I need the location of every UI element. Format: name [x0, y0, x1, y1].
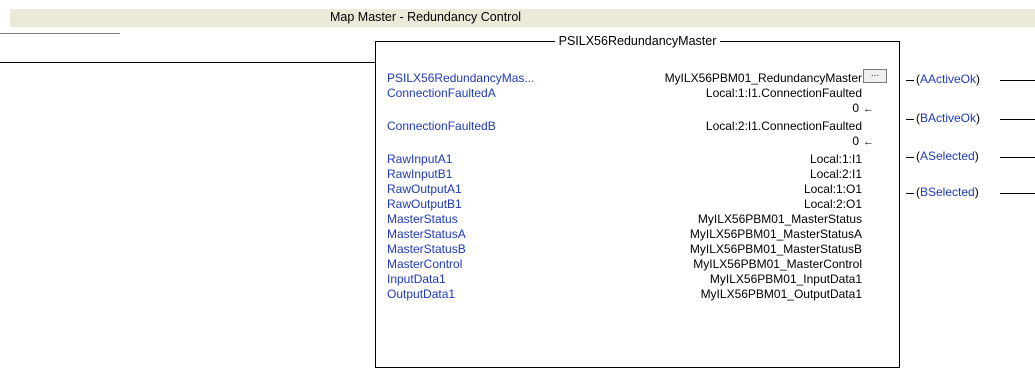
- coil-label[interactable]: BSelected: [914, 185, 981, 200]
- coil-wire-left: [906, 157, 914, 158]
- param-row-connectionfaultedb[interactable]: ConnectionFaultedB Local:2:I1.Connection…: [387, 119, 862, 134]
- param-row-masterstatusa[interactable]: MasterStatusA MyILX56PBM01_MasterStatusA: [387, 227, 862, 242]
- param-value[interactable]: Local:1:I1: [810, 152, 862, 167]
- coil-wire-right: [1000, 80, 1035, 81]
- param-name: RawInputB1: [387, 167, 453, 181]
- param-row-masterstatus[interactable]: MasterStatus MyILX56PBM01_MasterStatus: [387, 212, 862, 227]
- param-row-inputdata1[interactable]: InputData1 MyILX56PBM01_InputData1: [387, 272, 862, 287]
- coil-label[interactable]: AActiveOk: [914, 72, 982, 87]
- param-name: InputData1: [387, 272, 446, 286]
- coil-label[interactable]: ASelected: [914, 149, 981, 164]
- param-value[interactable]: MyILX56PBM01_MasterStatusA: [690, 227, 862, 242]
- live-value-text: 0 ←: [852, 101, 874, 117]
- param-value[interactable]: MyILX56PBM01_MasterStatusB: [690, 242, 862, 257]
- live-value: 0: [852, 101, 859, 115]
- param-row-rawinputa1[interactable]: RawInputA1 Local:1:I1: [387, 152, 862, 167]
- param-name: MasterStatusA: [387, 227, 466, 241]
- param-name: MasterControl: [387, 257, 463, 271]
- aoi-title: PSILX56RedundancyMaster: [376, 34, 899, 48]
- param-name: RawOutputA1: [387, 182, 462, 196]
- param-row-mastercontrol[interactable]: MasterControl MyILX56PBM01_MasterControl: [387, 257, 862, 272]
- left-rail-stub-top: [0, 33, 120, 34]
- param-name: ConnectionFaultedB: [387, 119, 496, 133]
- param-value[interactable]: Local:2:O1: [804, 197, 862, 212]
- coil-label[interactable]: BActiveOk: [914, 111, 982, 126]
- param-value[interactable]: MyILX56PBM01_OutputData1: [701, 287, 862, 302]
- param-row-rawoutputa1[interactable]: RawOutputA1 Local:1:O1: [387, 182, 862, 197]
- param-value[interactable]: Local:2:I1.ConnectionFaulted: [706, 119, 862, 134]
- rung-comment-text: Map Master - Redundancy Control: [330, 10, 522, 24]
- param-name: MasterStatus: [387, 212, 458, 226]
- coil-wire-left: [906, 193, 914, 194]
- param-live-value-a: 0 ←: [387, 101, 874, 116]
- param-value[interactable]: Local:2:I1: [810, 167, 862, 182]
- arrow-left-icon: ←: [863, 136, 874, 148]
- live-value: 0: [852, 134, 859, 148]
- coil-wire-right: [1000, 193, 1035, 194]
- aoi-properties-button[interactable]: ...: [863, 69, 887, 83]
- param-row-connectionfaulteda[interactable]: ConnectionFaultedA Local:1:I1.Connection…: [387, 86, 862, 101]
- param-name: PSILX56RedundancyMas...: [387, 71, 535, 85]
- coil-wire-right: [1000, 119, 1035, 120]
- param-value[interactable]: Local:1:I1.ConnectionFaulted: [706, 86, 862, 101]
- param-name: RawOutputB1: [387, 197, 462, 211]
- param-value[interactable]: MyILX56PBM01_RedundancyMaster: [665, 71, 862, 86]
- rung-input-wire[interactable]: [0, 62, 375, 63]
- coil-wire-left: [906, 80, 914, 81]
- param-name: RawInputA1: [387, 152, 453, 166]
- param-row-outputdata1[interactable]: OutputData1 MyILX56PBM01_OutputData1: [387, 287, 862, 302]
- param-live-value-b: 0 ←: [387, 134, 874, 149]
- param-row-instance[interactable]: PSILX56RedundancyMas... MyILX56PBM01_Red…: [387, 71, 862, 86]
- param-value[interactable]: MyILX56PBM01_MasterControl: [693, 257, 862, 272]
- param-name: OutputData1: [387, 287, 456, 301]
- aoi-title-text: PSILX56RedundancyMaster: [554, 34, 721, 48]
- aoi-instruction-block[interactable]: PSILX56RedundancyMaster PSILX56Redundanc…: [375, 34, 900, 368]
- param-value[interactable]: MyILX56PBM01_InputData1: [710, 272, 862, 287]
- param-value[interactable]: MyILX56PBM01_MasterStatus: [698, 212, 862, 227]
- param-row-rawinputb1[interactable]: RawInputB1 Local:2:I1: [387, 167, 862, 182]
- rung-comment: Map Master - Redundancy Control: [10, 9, 1035, 27]
- param-row-rawoutputb1[interactable]: RawOutputB1 Local:2:O1: [387, 197, 862, 212]
- param-value[interactable]: Local:1:O1: [804, 182, 862, 197]
- param-name: ConnectionFaultedA: [387, 86, 496, 100]
- coil-wire-right: [1000, 157, 1035, 158]
- arrow-left-icon: ←: [863, 103, 874, 115]
- param-name: MasterStatusB: [387, 242, 466, 256]
- coil-wire-left: [906, 119, 914, 120]
- param-row-masterstatusb[interactable]: MasterStatusB MyILX56PBM01_MasterStatusB: [387, 242, 862, 257]
- live-value-text: 0 ←: [852, 134, 874, 150]
